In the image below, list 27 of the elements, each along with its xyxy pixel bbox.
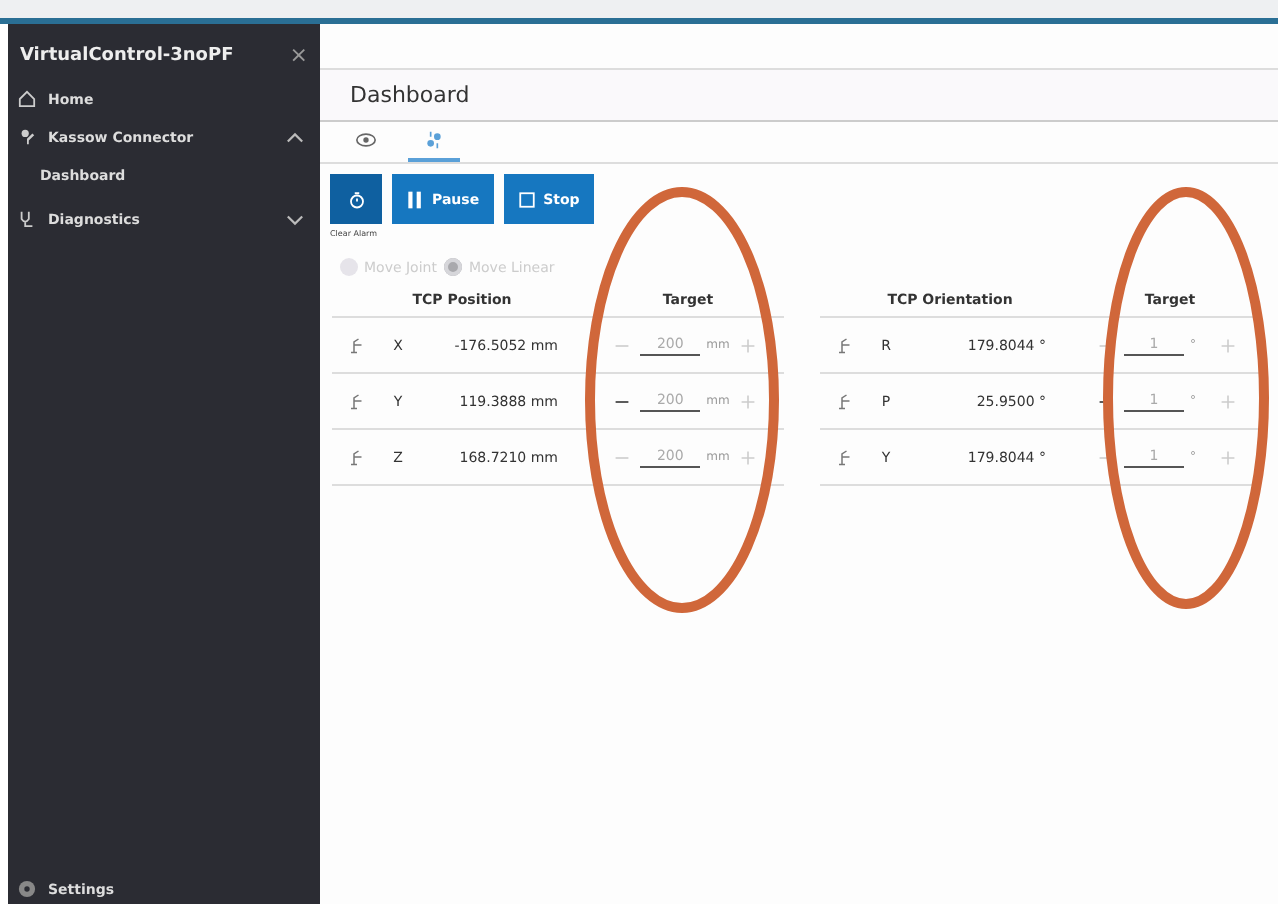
close-button[interactable]: × (289, 42, 308, 68)
home-icon (18, 90, 36, 108)
expand-icon (286, 213, 304, 225)
app-title: VirtualControl-3noPF (20, 45, 234, 65)
page-title: Dashboard (320, 70, 1278, 122)
plus-icon (739, 449, 756, 465)
plus-icon (739, 393, 756, 409)
axis-icon (836, 448, 854, 466)
stop-icon (517, 189, 536, 209)
plus-icon (1220, 337, 1236, 353)
stopwatch-icon (347, 189, 365, 209)
robot-arm-icon (18, 128, 36, 146)
plus-icon (1220, 393, 1236, 409)
stethoscope-icon (18, 210, 36, 228)
axis-icon (836, 336, 854, 354)
pause-icon (406, 189, 424, 209)
axis-icon (348, 336, 366, 354)
eye-icon (356, 130, 376, 150)
clear-alarm-button[interactable] (330, 174, 382, 224)
axis-icon (836, 392, 854, 410)
collapse-icon (286, 131, 304, 143)
plus-icon (1220, 449, 1236, 465)
jog-icon (424, 130, 444, 150)
settings-icon (18, 880, 36, 898)
plus-icon (739, 337, 756, 353)
axis-icon (348, 448, 366, 466)
axis-icon (348, 392, 366, 410)
